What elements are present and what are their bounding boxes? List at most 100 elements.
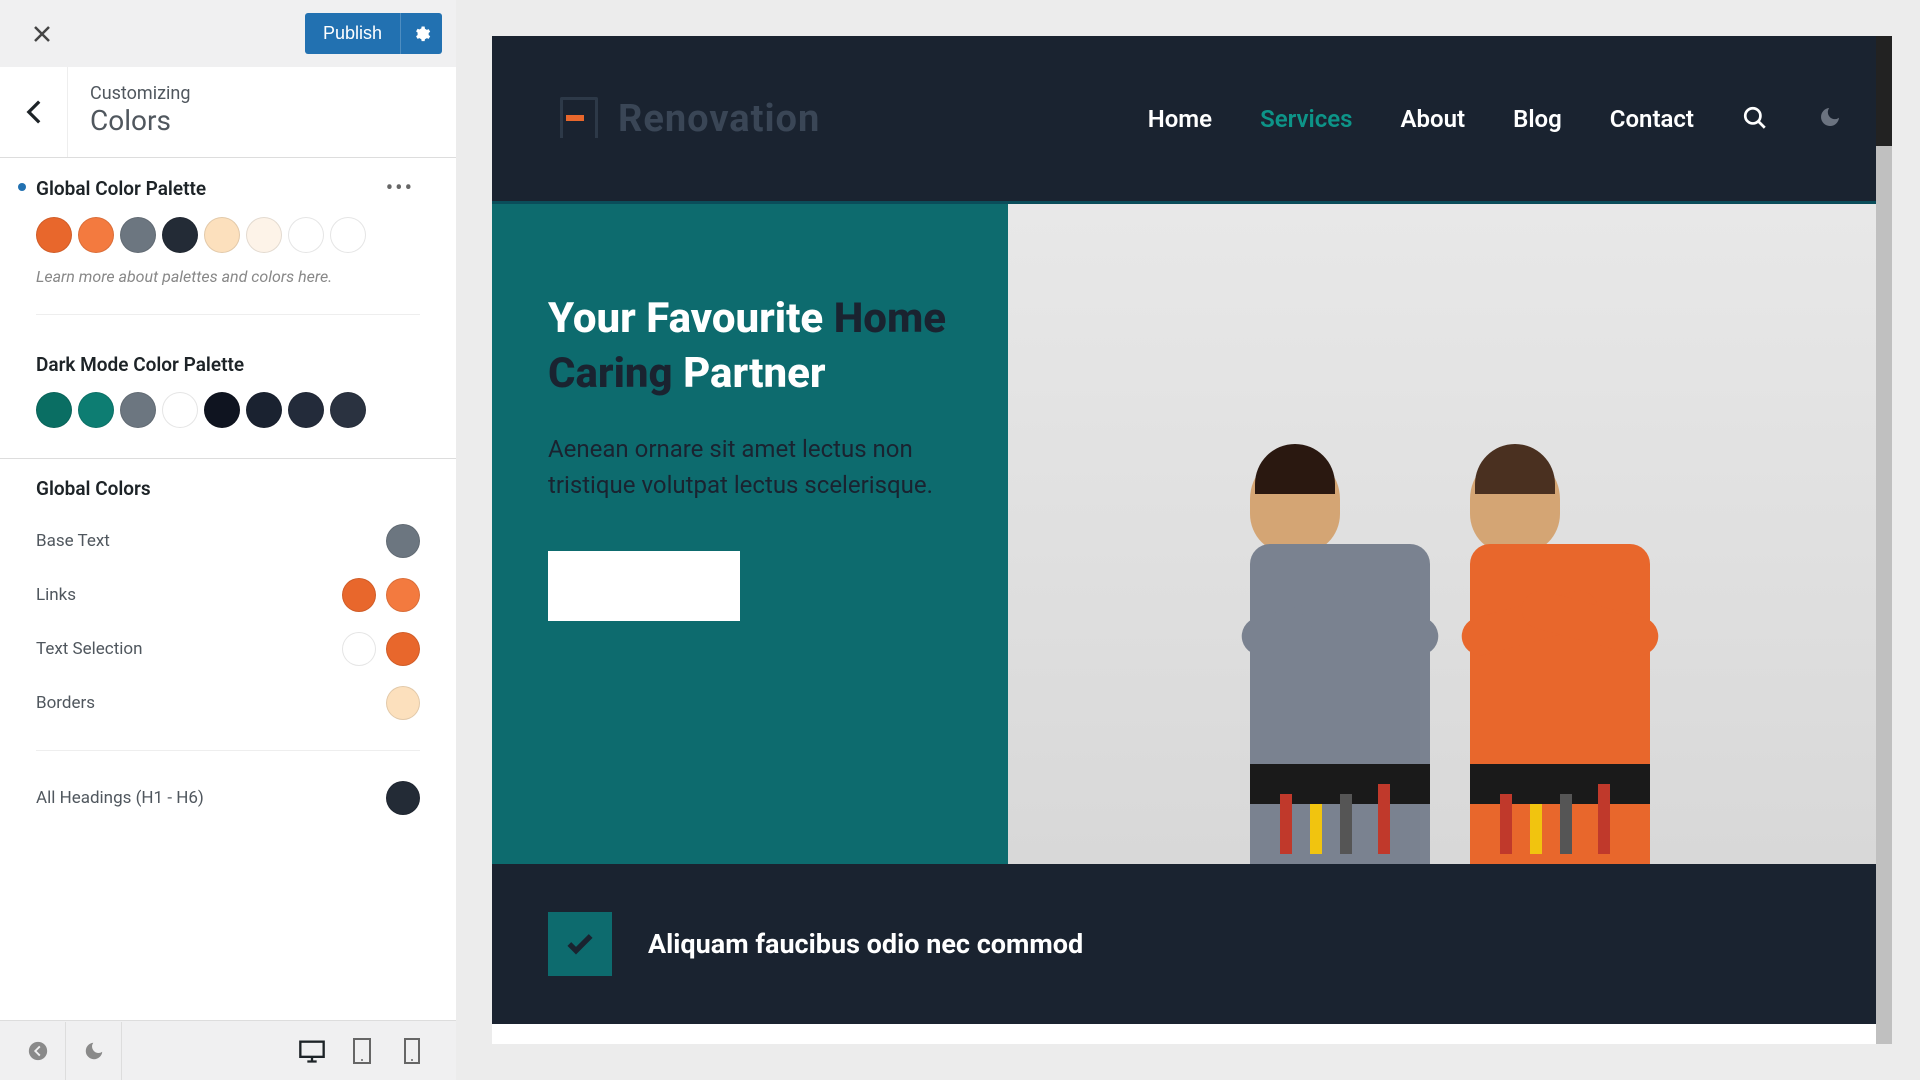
palette-swatch[interactable]: [36, 217, 72, 253]
color-row-label: Borders: [36, 693, 95, 713]
palette-swatch[interactable]: [288, 217, 324, 253]
gear-icon: [413, 25, 431, 43]
global-color-row: Base Text: [0, 514, 456, 568]
palette-swatch[interactable]: [78, 217, 114, 253]
color-swatch[interactable]: [342, 632, 376, 666]
global-palette-swatches: [36, 217, 420, 253]
preview-scrollbar[interactable]: [1876, 36, 1892, 1044]
palette-swatch[interactable]: [330, 392, 366, 428]
chevron-left-icon: [26, 99, 42, 125]
close-icon: [32, 24, 52, 44]
dark-palette-section: Dark Mode Color Palette: [0, 335, 456, 450]
color-row-label: Base Text: [36, 531, 110, 551]
palette-swatch[interactable]: [246, 217, 282, 253]
moon-icon: [83, 1040, 105, 1062]
hero-cta-button[interactable]: [548, 551, 740, 621]
site-nav: Home Services About Blog Contact: [1148, 105, 1846, 133]
palette-hint-link[interactable]: Learn more about palettes and colors her…: [36, 267, 420, 286]
device-tablet-button[interactable]: [346, 1035, 378, 1067]
nav-item[interactable]: Blog: [1513, 105, 1562, 133]
check-icon: [564, 928, 596, 960]
logo-icon: [554, 97, 598, 141]
global-color-row: All Headings (H1 - H6): [0, 771, 456, 825]
back-button[interactable]: [0, 67, 68, 157]
publish-group: Publish: [305, 13, 442, 54]
feature-bar: Aliquam faucibus odio nec commod: [492, 864, 1892, 1024]
logo-text: Renovation: [618, 97, 820, 141]
sidebar-header: Publish: [0, 0, 456, 67]
dark-palette-title: Dark Mode Color Palette: [36, 353, 244, 376]
nav-item[interactable]: About: [1401, 105, 1466, 133]
palette-swatch[interactable]: [36, 392, 72, 428]
palette-swatch[interactable]: [120, 392, 156, 428]
feature-check-box: [548, 912, 612, 976]
palette-swatch[interactable]: [204, 217, 240, 253]
close-button[interactable]: [18, 10, 66, 58]
hero-title-after: Partner: [673, 349, 826, 398]
tablet-icon: [350, 1037, 374, 1065]
color-swatch[interactable]: [386, 686, 420, 720]
global-color-row: Borders: [0, 676, 456, 730]
color-row-label: Links: [36, 585, 76, 605]
person-illustration: [1470, 454, 1650, 864]
page-title: Colors: [90, 104, 190, 137]
sidebar-footer: [0, 1020, 456, 1080]
publish-settings-button[interactable]: [400, 13, 442, 54]
global-palette-title: Global Color Palette: [36, 177, 206, 200]
device-mobile-button[interactable]: [396, 1035, 428, 1067]
global-color-row: Links: [0, 568, 456, 622]
color-row-swatches: [386, 781, 420, 815]
color-row-label: Text Selection: [36, 639, 142, 659]
breadcrumb: Customizing: [90, 83, 190, 104]
color-swatch[interactable]: [342, 578, 376, 612]
feature-text: Aliquam faucibus odio nec commod: [648, 928, 1083, 960]
palette-swatch[interactable]: [330, 217, 366, 253]
color-row-swatches: [386, 524, 420, 558]
hide-controls-button[interactable]: [10, 1022, 66, 1080]
customizer-sidebar: Publish Customizing Colors Global Color …: [0, 0, 456, 1080]
person-illustration: [1250, 454, 1430, 864]
search-button[interactable]: [1742, 105, 1770, 133]
hero-title-before: Your Favourite: [548, 294, 834, 343]
nav-item[interactable]: Home: [1148, 105, 1212, 133]
palette-swatch[interactable]: [246, 392, 282, 428]
palette-swatch[interactable]: [120, 217, 156, 253]
scrollbar-thumb[interactable]: [1876, 36, 1892, 146]
palette-swatch[interactable]: [162, 217, 198, 253]
panel-body: Global Color Palette ••• Learn more abou…: [0, 158, 456, 1020]
nav-item[interactable]: Contact: [1610, 105, 1694, 133]
modified-indicator: [18, 183, 26, 191]
mobile-icon: [403, 1037, 421, 1065]
color-swatch[interactable]: [386, 578, 420, 612]
palette-swatch[interactable]: [162, 392, 198, 428]
device-desktop-button[interactable]: [296, 1035, 328, 1067]
site-header: Renovation Home Services About Blog Contact: [492, 36, 1892, 204]
preview-area: Renovation HomeServicesAboutBlogContact …: [456, 0, 1920, 1080]
color-swatch[interactable]: [386, 632, 420, 666]
color-swatch[interactable]: [386, 524, 420, 558]
nav-item[interactable]: Services: [1260, 105, 1352, 133]
dark-palette-swatches: [36, 392, 420, 428]
hero-image: [1008, 204, 1892, 864]
palette-more-button[interactable]: •••: [380, 176, 420, 201]
global-color-row: Text Selection: [0, 622, 456, 676]
hero-content: Your Favourite Home Caring Partner Aenea…: [492, 204, 1008, 864]
panel-title-bar: Customizing Colors: [0, 67, 456, 158]
global-palette-section: Global Color Palette ••• Learn more abou…: [0, 158, 456, 294]
hero-text: Aenean ornare sit amet lectus non tristi…: [548, 431, 962, 503]
dark-mode-toggle[interactable]: [66, 1022, 122, 1080]
theme-toggle[interactable]: [1818, 105, 1846, 133]
search-icon: [1742, 105, 1768, 131]
global-colors-list: Base Text Links Text Selection Borders All H…: [0, 514, 456, 825]
palette-swatch[interactable]: [288, 392, 324, 428]
color-swatch[interactable]: [386, 781, 420, 815]
palette-swatch[interactable]: [204, 392, 240, 428]
publish-button[interactable]: Publish: [305, 13, 400, 54]
site-logo[interactable]: Renovation: [554, 97, 820, 141]
desktop-icon: [298, 1037, 326, 1065]
chevron-left-circle-icon: [27, 1040, 49, 1062]
color-row-swatches: [386, 686, 420, 720]
color-row-label: All Headings (H1 - H6): [36, 788, 204, 808]
moon-icon: [1818, 105, 1842, 129]
palette-swatch[interactable]: [78, 392, 114, 428]
